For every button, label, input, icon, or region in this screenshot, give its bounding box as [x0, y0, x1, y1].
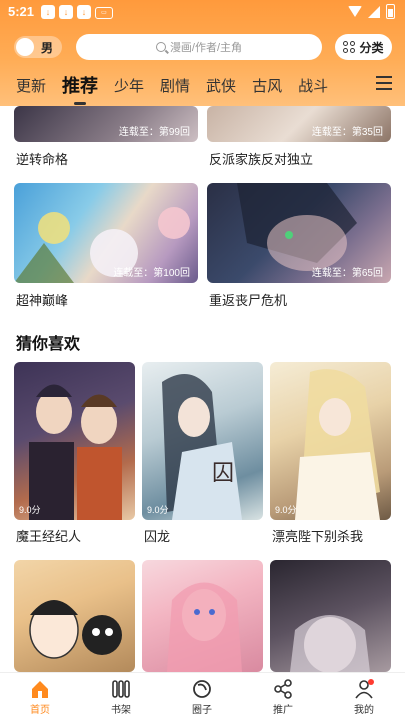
bottom-navigation: 首页 书架 圈子 推广 我的: [0, 672, 405, 721]
comic-title[interactable]: 逆转命格: [16, 149, 68, 168]
search-placeholder: 漫画/作者/主角: [169, 42, 243, 54]
circle-icon: [192, 679, 212, 699]
tab-wuxia[interactable]: 武侠: [206, 75, 236, 96]
comic-cover[interactable]: 囚 9.0分: [142, 362, 263, 520]
signal-icon: [368, 5, 380, 18]
gender-label: 男: [41, 41, 54, 55]
nav-label: 推广: [273, 705, 293, 716]
comic-title[interactable]: 囚龙: [144, 526, 170, 545]
comic-title[interactable]: 超神巅峰: [16, 290, 68, 309]
nav-label: 书架: [111, 705, 131, 716]
profile-icon: [354, 679, 374, 699]
nav-profile[interactable]: 我的: [334, 679, 394, 716]
cover-badge: 连载至：第99回: [118, 127, 190, 138]
nav-bookshelf[interactable]: 书架: [91, 679, 151, 716]
nav-circle[interactable]: 圈子: [172, 679, 232, 716]
rating-score: 9.0分: [19, 505, 41, 515]
nav-label: 圈子: [192, 705, 212, 716]
tab-recommend[interactable]: 推荐: [62, 72, 98, 105]
gender-toggle[interactable]: 男: [14, 36, 62, 58]
comic-cover[interactable]: 连载至：第35回: [207, 106, 391, 142]
comic-cover[interactable]: [142, 560, 263, 672]
status-bar: 5:21 ↓ ↓ ↓ ▭: [0, 0, 405, 24]
toggle-knob: [16, 38, 34, 56]
comic-title[interactable]: 反派家族反对独立: [209, 149, 313, 168]
cover-art: [167, 582, 242, 672]
rating-score: 9.0分: [147, 505, 169, 515]
cover-badge: 连载至：第35回: [311, 127, 383, 138]
nav-label: 我的: [354, 705, 374, 716]
comic-cover[interactable]: 连载至：第65回: [207, 183, 391, 283]
section-title: 猜你喜欢: [16, 336, 81, 353]
cover-art: 囚: [162, 374, 242, 520]
cover-art: [29, 600, 122, 659]
cover-art: [290, 615, 370, 672]
app-notification-icon: ▭: [95, 7, 113, 19]
tab-drama[interactable]: 剧情: [160, 75, 190, 96]
home-icon: [30, 679, 50, 699]
tab-ancient[interactable]: 古风: [252, 75, 282, 96]
search-icon: [155, 42, 166, 52]
comic-cover[interactable]: 连载至：第99回: [14, 106, 198, 142]
comic-title[interactable]: 重返丧尸危机: [209, 290, 287, 309]
download-icon: ↓: [77, 5, 91, 19]
share-icon: [273, 679, 293, 699]
svg-text:囚: 囚: [212, 461, 234, 486]
category-label: 分类: [359, 40, 384, 55]
menu-icon[interactable]: [376, 76, 392, 94]
search-bar[interactable]: 漫画/作者/主角: [76, 34, 322, 60]
status-time: 5:21: [8, 4, 35, 19]
download-icon: ↓: [41, 5, 55, 19]
cover-art: [295, 369, 380, 520]
rating-score: 9.0分: [275, 505, 297, 515]
battery-icon: [386, 4, 395, 19]
cover-badge: 连载至：第65回: [311, 268, 383, 279]
cover-art: [29, 384, 122, 520]
category-icon: [343, 41, 356, 53]
tab-battle[interactable]: 战斗: [298, 75, 328, 96]
comic-cover[interactable]: 连载至：第100回: [14, 183, 198, 283]
tab-shounen[interactable]: 少年: [114, 75, 144, 96]
comic-title[interactable]: 魔王经纪人: [16, 526, 81, 545]
comic-title[interactable]: 漂亮陛下别杀我: [272, 526, 363, 545]
comic-cover[interactable]: 9.0分: [270, 362, 391, 520]
comic-cover[interactable]: [14, 560, 135, 672]
cover-badge: 连载至：第100回: [113, 268, 190, 279]
tab-update[interactable]: 更新: [16, 75, 46, 96]
category-tabs: 更新 推荐 少年 剧情 武侠 古风 战斗: [0, 70, 370, 105]
nav-home[interactable]: 首页: [10, 679, 70, 716]
nav-label: 首页: [30, 705, 50, 716]
wifi-icon: [348, 6, 362, 17]
bookshelf-icon: [111, 679, 131, 699]
download-icon: ↓: [59, 5, 73, 19]
category-button[interactable]: 分类: [335, 34, 392, 60]
comic-cover[interactable]: [270, 560, 391, 672]
nav-promote[interactable]: 推广: [253, 679, 313, 716]
comic-cover[interactable]: 9.0分: [14, 362, 135, 520]
